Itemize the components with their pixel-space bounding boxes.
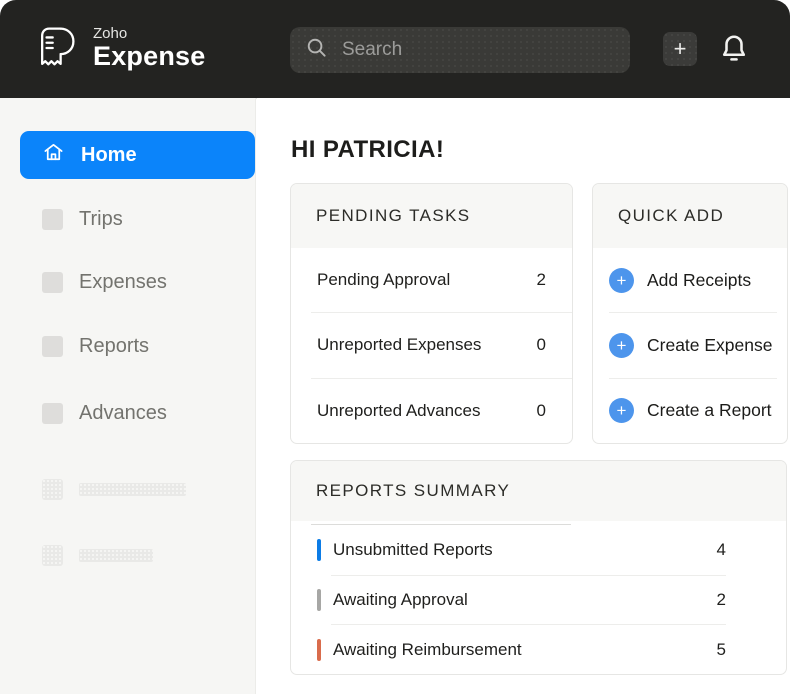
- quick-add-card: QUICK ADD + Add Receipts + Create Expens…: [592, 183, 788, 444]
- sidebar-item-advances[interactable]: Advances: [0, 393, 255, 433]
- row-value: 0: [537, 401, 546, 421]
- awaiting-reimbursement-row[interactable]: Awaiting Reimbursement 5: [291, 625, 786, 674]
- row-value: 5: [717, 640, 726, 660]
- status-color-bar: [317, 639, 321, 661]
- header-underline: [311, 524, 571, 525]
- sidebar-item-label: Home: [81, 144, 137, 167]
- sidebar-item-label: Expenses: [79, 271, 167, 294]
- expenses-icon: [42, 272, 63, 293]
- create-expense-button[interactable]: + Create Expense: [593, 313, 787, 377]
- awaiting-approval-row[interactable]: Awaiting Approval 2: [291, 576, 786, 625]
- plus-circle-icon: +: [609, 333, 634, 358]
- brand-name-small: Zoho: [93, 26, 205, 43]
- sidebar-item-label: Reports: [79, 335, 149, 358]
- reports-summary-title: REPORTS SUMMARY: [291, 461, 786, 521]
- quick-add-label: Create a Report: [647, 400, 772, 421]
- row-label: Unreported Expenses: [317, 335, 481, 355]
- sidebar-skeleton-item: [0, 535, 255, 575]
- skeleton-icon: [42, 545, 63, 566]
- reports-icon: [42, 336, 63, 357]
- quick-add-label: Add Receipts: [647, 270, 751, 291]
- pending-approval-row[interactable]: Pending Approval 2: [291, 248, 572, 312]
- search-icon: [305, 36, 328, 64]
- create-report-button[interactable]: + Create a Report: [593, 379, 787, 443]
- zoho-expense-app: Zoho Expense +: [0, 0, 790, 694]
- unsubmitted-reports-row[interactable]: Unsubmitted Reports 4: [291, 526, 786, 575]
- quick-add-title: QUICK ADD: [593, 184, 787, 248]
- row-value: 2: [537, 270, 546, 290]
- main-content: HI PATRICIA! PENDING TASKS Pending Appro…: [257, 98, 790, 694]
- house-icon: [42, 141, 65, 169]
- brand-name-large: Expense: [93, 42, 205, 70]
- brand-logo: Zoho Expense: [36, 23, 205, 73]
- quick-add-label: Create Expense: [647, 335, 773, 356]
- plus-circle-icon: +: [609, 268, 634, 293]
- top-bar: Zoho Expense +: [0, 0, 790, 98]
- row-label: Awaiting Approval: [333, 590, 717, 610]
- unreported-advances-row[interactable]: Unreported Advances 0: [291, 379, 572, 443]
- sidebar-item-trips[interactable]: Trips: [0, 199, 255, 239]
- skeleton-bar: [79, 483, 186, 496]
- sidebar-skeleton-item: [0, 469, 255, 509]
- unreported-expenses-row[interactable]: Unreported Expenses 0: [291, 313, 572, 377]
- sidebar-item-label: Trips: [79, 208, 123, 231]
- sidebar: Home Trips Expenses Reports Advances: [0, 98, 256, 694]
- add-receipts-button[interactable]: + Add Receipts: [593, 248, 787, 312]
- search-bar[interactable]: [290, 27, 630, 73]
- sidebar-item-reports[interactable]: Reports: [0, 326, 255, 366]
- status-color-bar: [317, 539, 321, 561]
- sidebar-item-expenses[interactable]: Expenses: [0, 262, 255, 302]
- row-value: 0: [537, 335, 546, 355]
- row-value: 4: [717, 540, 726, 560]
- row-label: Unreported Advances: [317, 401, 481, 421]
- pending-tasks-title: PENDING TASKS: [291, 184, 572, 248]
- skeleton-icon: [42, 479, 63, 500]
- advances-icon: [42, 403, 63, 424]
- sidebar-item-home[interactable]: Home: [20, 131, 255, 179]
- trips-icon: [42, 209, 63, 230]
- search-input[interactable]: [340, 38, 630, 62]
- row-label: Unsubmitted Reports: [333, 540, 717, 560]
- receipt-icon: [36, 23, 80, 73]
- status-color-bar: [317, 589, 321, 611]
- add-button[interactable]: +: [663, 32, 697, 66]
- reports-summary-card: REPORTS SUMMARY Unsubmitted Reports 4 Aw…: [290, 460, 787, 675]
- skeleton-bar: [79, 549, 153, 562]
- row-label: Pending Approval: [317, 270, 450, 290]
- row-value: 2: [717, 590, 726, 610]
- sidebar-item-label: Advances: [79, 402, 167, 425]
- row-label: Awaiting Reimbursement: [333, 640, 717, 660]
- plus-circle-icon: +: [609, 398, 634, 423]
- greeting-heading: HI PATRICIA!: [291, 136, 444, 164]
- pending-tasks-card: PENDING TASKS Pending Approval 2 Unrepor…: [290, 183, 573, 444]
- notification-bell-icon[interactable]: [716, 30, 752, 71]
